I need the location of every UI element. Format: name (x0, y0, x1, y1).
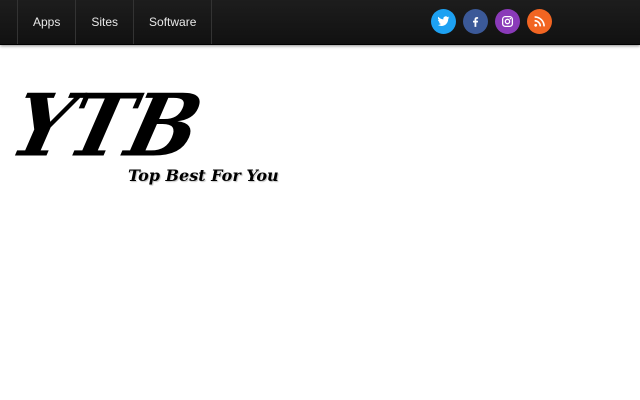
social-links (431, 9, 552, 34)
instagram-link[interactable] (495, 9, 520, 34)
twitter-icon (437, 16, 450, 26)
facebook-link[interactable] (463, 9, 488, 34)
main-nav: Apps Sites Software (17, 0, 213, 44)
logo-wordmark: YTB (1, 75, 210, 177)
twitter-link[interactable] (431, 9, 456, 34)
logo-tagline: Top Best For You (128, 166, 279, 185)
nav-item-apps[interactable]: Apps (18, 0, 77, 44)
rss-icon (534, 16, 545, 27)
nav-item-software[interactable]: Software (134, 0, 213, 44)
facebook-icon (473, 17, 479, 27)
instagram-icon (501, 15, 514, 28)
top-navigation-bar: Apps Sites Software (0, 0, 640, 45)
rss-link[interactable] (527, 9, 552, 34)
nav-item-sites[interactable]: Sites (76, 0, 135, 44)
site-logo[interactable]: YTB Top Best For You (1, 76, 296, 198)
